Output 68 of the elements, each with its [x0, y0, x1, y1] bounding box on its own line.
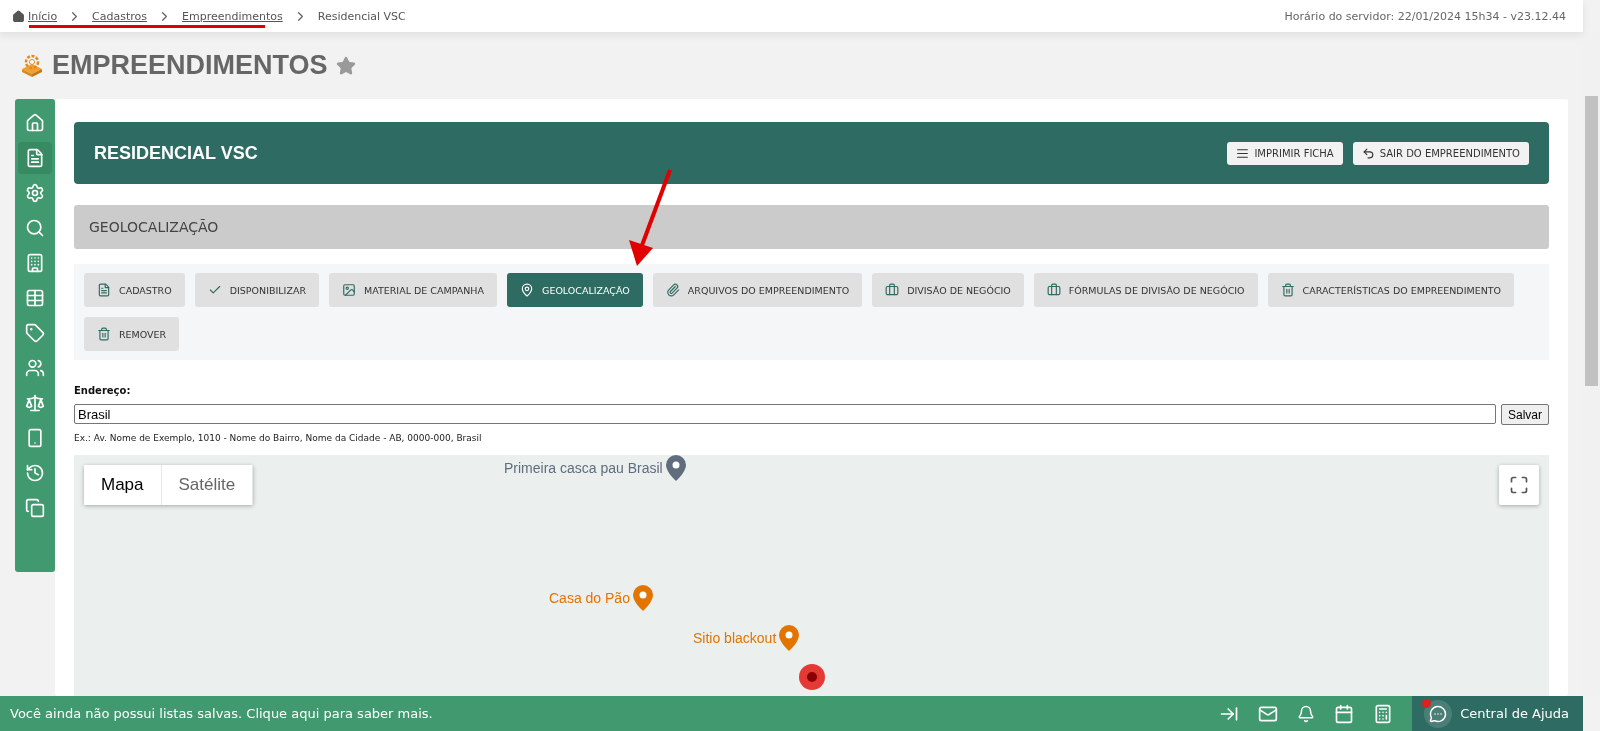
save-button[interactable]: Salvar	[1501, 404, 1549, 425]
section-title: GEOLOCALIZAÇÃO	[74, 205, 1549, 249]
building-icon	[25, 253, 45, 273]
header-title: RESIDENCIAL VSC	[94, 142, 258, 164]
check-icon	[207, 283, 222, 297]
tag-icon	[25, 323, 45, 343]
document-icon	[25, 148, 45, 168]
trash-icon	[1280, 283, 1295, 297]
location-marker-icon	[798, 663, 826, 691]
home-icon[interactable]	[12, 9, 25, 23]
chat-icon	[1429, 704, 1448, 723]
help-center-button[interactable]: Central de Ajuda	[1412, 696, 1583, 731]
tab[interactable]: MATERIAL DE CAMPANHA	[329, 273, 497, 307]
map-type-tab[interactable]: Mapa	[84, 465, 162, 505]
map[interactable]: Mapa Satélite Primeira casca pau Brasil Casa do Pão Sitio blackout	[74, 455, 1549, 696]
calendar-icon	[1334, 703, 1355, 724]
table-icon	[25, 288, 45, 308]
map-pin-icon	[665, 455, 686, 481]
breadcrumb-link[interactable]: Empreendimentos	[182, 9, 283, 23]
notifications-button[interactable]	[1297, 704, 1316, 723]
place-label[interactable]: Primeira casca pau Brasil	[504, 460, 663, 476]
address-label: Endereço:	[74, 385, 132, 396]
map-pin-icon	[779, 625, 800, 651]
fullscreen-icon	[1509, 475, 1529, 495]
image-icon	[342, 283, 356, 297]
briefcase-icon	[885, 283, 900, 297]
breadcrumb-link[interactable]: Cadastros	[92, 9, 148, 23]
history-icon	[25, 463, 45, 483]
copy-icon	[25, 498, 45, 518]
scale-icon	[25, 393, 45, 413]
gear-icon	[25, 183, 45, 203]
fullscreen-button[interactable]	[1499, 465, 1539, 505]
phone-icon	[25, 428, 45, 448]
lines-icon	[1236, 146, 1250, 160]
map-pin-icon	[632, 585, 653, 611]
tab[interactable]: FÓRMULAS DE DIVISÃO DE NEGÓCIO	[1033, 273, 1258, 307]
document-icon	[97, 283, 111, 297]
people-icon	[25, 358, 45, 378]
search-icon	[25, 218, 45, 238]
tab[interactable]: DISPONIBILIZAR	[194, 273, 319, 307]
tab[interactable]: GEOLOCALIZAÇÃO	[507, 273, 643, 307]
bell-icon	[1297, 704, 1316, 723]
address-hint: Ex.: Av. Nome de Exemplo, 1010 - Nome do Bairro, Nome da Cidade - AB, 0000-000, Brasil	[74, 433, 483, 443]
exit-button[interactable]: SAIR DO EMPREENDIMENTO	[1352, 141, 1529, 165]
print-button[interactable]: IMPRIMIR FICHA	[1227, 141, 1343, 165]
tab[interactable]: REMOVER	[84, 317, 180, 351]
undo-icon	[1361, 146, 1375, 160]
calendar-button[interactable]	[1334, 703, 1355, 724]
tab[interactable]: ARQUIVOS DO EMPREENDIMENTO	[652, 273, 863, 307]
map-pin-icon	[520, 283, 534, 297]
favorite-star-icon[interactable]	[335, 55, 356, 76]
tab[interactable]: CADASTRO	[84, 273, 185, 307]
home-icon	[25, 113, 45, 133]
scrollbar-thumb[interactable]	[1585, 96, 1598, 386]
paperclip-icon	[665, 283, 680, 297]
sidebar-item[interactable]	[18, 142, 52, 174]
map-type-tab[interactable]: Satélite	[161, 465, 254, 505]
briefcase-icon	[1046, 283, 1061, 297]
tab[interactable]: DIVISÃO DE NEGÓCIO	[872, 273, 1024, 307]
tab[interactable]: CARACTERÍSTICAS DO EMPREENDIMENTO	[1267, 273, 1515, 307]
calculator-icon	[1373, 703, 1394, 724]
server-time: Horário do servidor: 22/01/2024 15h34 - v23.12.44	[1284, 9, 1566, 23]
building-logo-icon	[20, 53, 44, 78]
calculator-button[interactable]	[1373, 703, 1394, 724]
page-title: EMPREENDIMENTOS	[52, 50, 328, 81]
breadcrumb-link[interactable]: Início	[28, 9, 58, 23]
address-field[interactable]: Brasil	[74, 404, 1496, 424]
trash-icon	[97, 327, 111, 341]
